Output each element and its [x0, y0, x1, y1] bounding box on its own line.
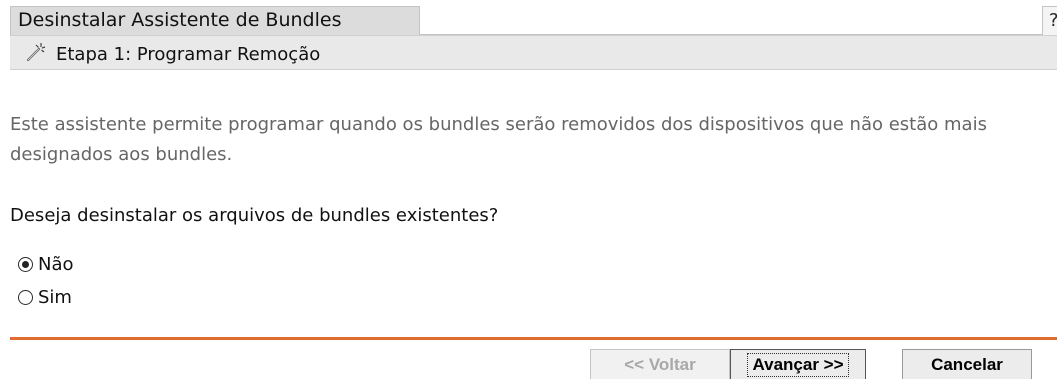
back-button-label: << Voltar	[624, 354, 696, 374]
radio-nao[interactable]	[18, 256, 33, 272]
option-sim[interactable]: Sim	[18, 286, 72, 308]
footer-separator	[10, 337, 1057, 340]
step-title: Etapa 1: Programar Remoção	[56, 44, 321, 65]
radio-sim[interactable]	[18, 289, 33, 305]
uninstall-bundle-wizard: Desinstalar Assistente de Bundles ? Etap…	[0, 0, 1057, 379]
option-nao-label[interactable]: Não	[38, 254, 74, 275]
next-button[interactable]: Avançar >>	[730, 349, 866, 379]
help-icon[interactable]: ?	[1049, 10, 1057, 31]
cancel-button[interactable]: Cancelar	[902, 349, 1032, 379]
uninstall-question: Deseja desinstalar os arquivos de bundle…	[10, 205, 499, 226]
option-sim-label[interactable]: Sim	[38, 287, 72, 308]
wizard-title: Desinstalar Assistente de Bundles	[18, 9, 342, 31]
option-nao[interactable]: Não	[18, 253, 74, 275]
next-button-label: Avançar >>	[747, 352, 849, 377]
wizard-title-bar: Desinstalar Assistente de Bundles ?	[0, 0, 1057, 35]
cancel-button-label: Cancelar	[931, 354, 1003, 374]
wand-icon	[26, 43, 46, 62]
back-button[interactable]: << Voltar	[590, 349, 730, 379]
wizard-description: Este assistente permite programar quando…	[10, 114, 987, 165]
